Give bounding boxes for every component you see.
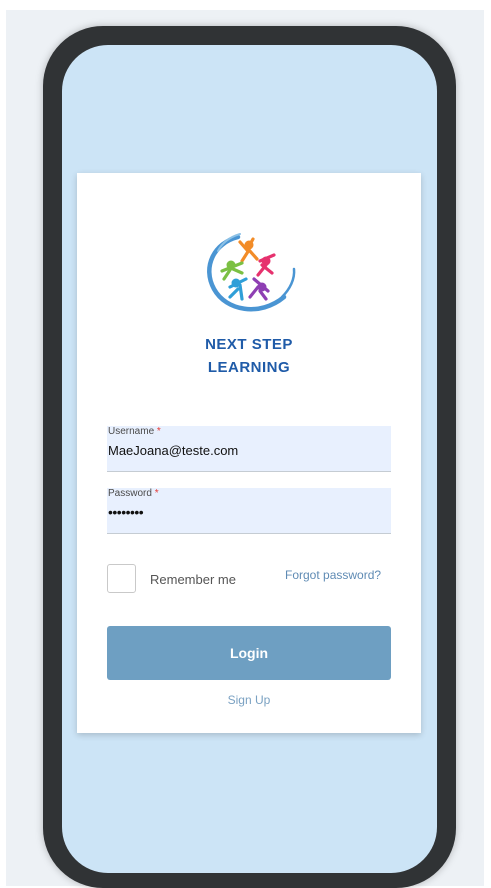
next-step-learning-logo-icon (200, 231, 300, 317)
password-input[interactable] (107, 501, 387, 523)
username-required-mark: * (156, 426, 161, 437)
password-label-text: Password (108, 488, 152, 499)
login-card: NEXT STEP LEARNING Username * Password *… (77, 173, 421, 733)
username-label-text: Username (108, 426, 155, 437)
brand-name-line-2: LEARNING (207, 359, 291, 376)
password-label: Password * (108, 488, 159, 499)
username-label: Username * (108, 426, 161, 437)
forgot-password-link[interactable]: Forgot password? (285, 568, 381, 582)
username-input[interactable] (107, 439, 387, 461)
remember-me-label[interactable]: Remember me (150, 572, 236, 587)
sign-up-link[interactable]: Sign Up (77, 693, 421, 707)
phone-screen: NEXT STEP LEARNING Username * Password *… (62, 45, 437, 873)
password-required-mark: * (154, 488, 159, 499)
username-field: Username * (107, 426, 391, 472)
brand-name-line-1: NEXT STEP (205, 336, 293, 353)
login-button[interactable]: Login (107, 626, 391, 680)
remember-me-checkbox[interactable] (107, 564, 136, 593)
password-field: Password * (107, 488, 391, 534)
